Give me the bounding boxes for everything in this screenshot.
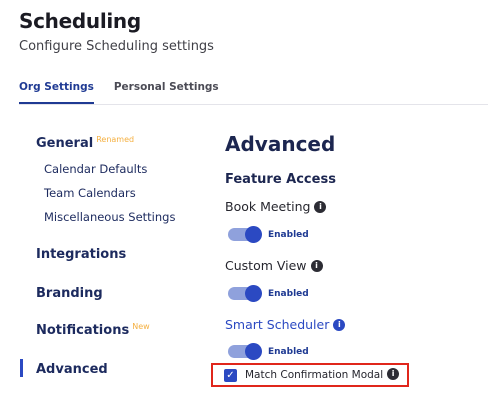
tabs-divider <box>19 104 488 105</box>
info-icon[interactable]: i <box>333 318 346 331</box>
book-meeting-label: Book Meeting i <box>225 199 327 214</box>
toggle-knob <box>245 343 262 360</box>
sidebar-item-notifications[interactable]: Notifications New <box>36 322 150 338</box>
renamed-badge: Renamed <box>96 135 135 144</box>
active-indicator <box>20 359 23 377</box>
smart-scheduler-toggle-row: Enabled <box>228 343 309 360</box>
info-icon[interactable]: i <box>387 368 400 380</box>
sidebar-item-branding[interactable]: Branding <box>36 286 103 301</box>
feature-label-text: Smart Scheduler <box>225 317 330 332</box>
new-badge: New <box>132 322 150 331</box>
sidebar-item-label: Notifications <box>36 323 130 338</box>
sidebar-item-integrations[interactable]: Integrations <box>36 247 126 262</box>
tab-org-settings[interactable]: Org Settings <box>19 80 94 104</box>
toggle-state-label: Enabled <box>268 346 309 357</box>
custom-view-label: Custom View i <box>225 258 323 273</box>
sidebar-item-calendar-defaults[interactable]: Calendar Defaults <box>44 162 147 176</box>
tab-bar: Org Settings Personal Settings <box>19 80 219 104</box>
sidebar-item-team-calendars[interactable]: Team Calendars <box>44 186 136 200</box>
smart-scheduler-toggle[interactable] <box>228 343 262 360</box>
info-icon[interactable]: i <box>310 259 323 272</box>
custom-view-toggle-row: Enabled <box>228 285 309 302</box>
match-confirmation-modal-option: ✓ Match Confirmation Modal i <box>211 363 409 387</box>
sidebar-item-label: General <box>36 136 94 151</box>
toggle-state-label: Enabled <box>268 229 309 240</box>
checkbox-label: Match Confirmation Modal <box>245 369 384 381</box>
toggle-knob <box>245 226 262 243</box>
custom-view-toggle[interactable] <box>228 285 262 302</box>
page-subtitle: Configure Scheduling settings <box>19 39 214 54</box>
page-title: Scheduling <box>19 9 141 33</box>
sidebar-item-advanced[interactable]: Advanced <box>36 362 108 377</box>
tab-personal-settings[interactable]: Personal Settings <box>114 80 219 104</box>
sidebar-item-general[interactable]: General Renamed <box>36 135 135 151</box>
toggle-knob <box>245 285 262 302</box>
feature-access-heading: Feature Access <box>225 172 336 187</box>
section-title: Advanced <box>225 132 336 156</box>
sidebar-item-miscellaneous-settings[interactable]: Miscellaneous Settings <box>44 210 175 224</box>
book-meeting-toggle[interactable] <box>228 226 262 243</box>
info-icon[interactable]: i <box>314 200 327 213</box>
smart-scheduler-label: Smart Scheduler i <box>225 317 346 332</box>
feature-label-text: Book Meeting <box>225 199 311 214</box>
feature-label-text: Custom View <box>225 258 307 273</box>
match-confirmation-modal-checkbox[interactable]: ✓ <box>224 368 237 382</box>
toggle-state-label: Enabled <box>268 288 309 299</box>
book-meeting-toggle-row: Enabled <box>228 226 309 243</box>
